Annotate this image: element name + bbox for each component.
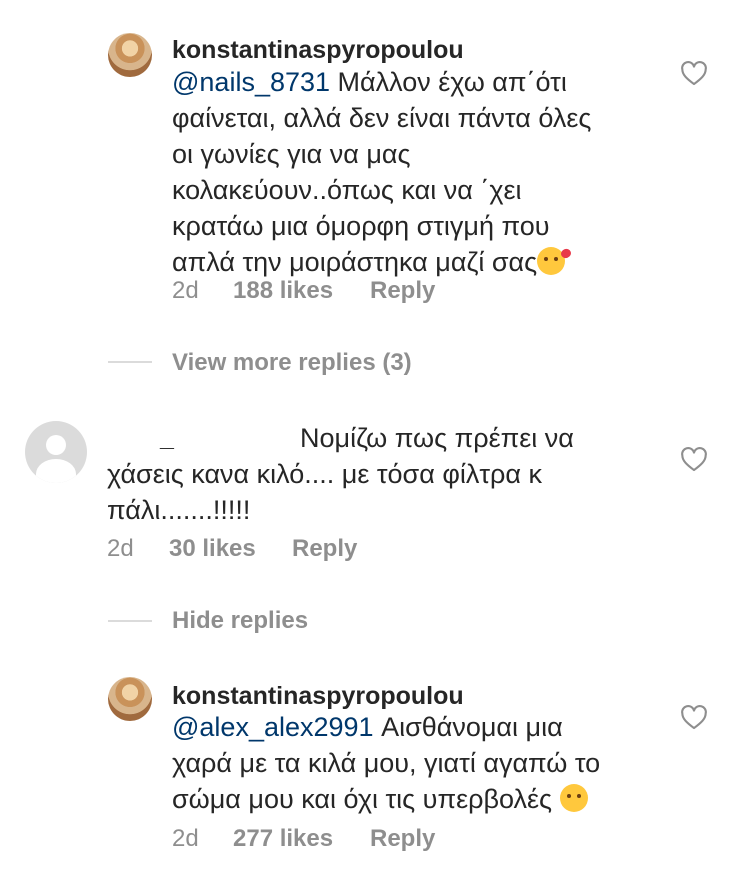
comment-username[interactable]: _ xyxy=(160,424,174,453)
comment-text: @nails_8731 Μάλλον έχω απ΄ότι φαίνεται, … xyxy=(172,67,592,277)
likes-count[interactable]: 277 likes xyxy=(233,825,333,853)
comment-timestamp: 2d xyxy=(172,277,199,304)
reply-button[interactable]: Reply xyxy=(370,277,435,305)
reply-button[interactable]: Reply xyxy=(292,535,357,563)
comment-timestamp: 2d xyxy=(172,825,199,852)
divider-line xyxy=(108,361,152,363)
likes-count[interactable]: 30 likes xyxy=(169,535,256,563)
comment-text-line: χάσεις κανα κιλό.... με τόσα φίλτρα κ xyxy=(107,459,542,489)
mention-link[interactable]: @alex_alex2991 xyxy=(172,712,374,742)
view-more-replies-button[interactable]: View more replies (3) xyxy=(172,349,412,377)
mention-link[interactable]: @nails_8731 xyxy=(172,67,330,97)
kissing-face-emoji-icon xyxy=(537,247,566,275)
comment-username[interactable]: konstantinaspyropoulou xyxy=(172,682,464,711)
comment-timestamp: 2d xyxy=(107,535,134,562)
winking-face-emoji-icon xyxy=(559,784,588,812)
avatar[interactable] xyxy=(108,33,152,77)
likes-count[interactable]: 188 likes xyxy=(233,277,333,305)
comment-username[interactable]: konstantinaspyropoulou xyxy=(172,36,464,65)
comment-text-line: πάλι.......!!!!! xyxy=(107,495,251,525)
comment-text: @alex_alex2991 Αισθάνομαι μια χαρά με τα… xyxy=(172,712,601,814)
hide-replies-button[interactable]: Hide replies xyxy=(172,607,308,635)
like-heart-icon[interactable] xyxy=(680,704,708,730)
like-heart-icon[interactable] xyxy=(680,446,708,472)
comment-text-line: Νομίζω πως πρέπει να xyxy=(300,423,574,453)
avatar[interactable] xyxy=(108,677,152,721)
divider-line xyxy=(108,620,152,622)
like-heart-icon[interactable] xyxy=(680,60,708,86)
reply-button[interactable]: Reply xyxy=(370,825,435,853)
default-avatar-icon[interactable] xyxy=(25,421,87,483)
